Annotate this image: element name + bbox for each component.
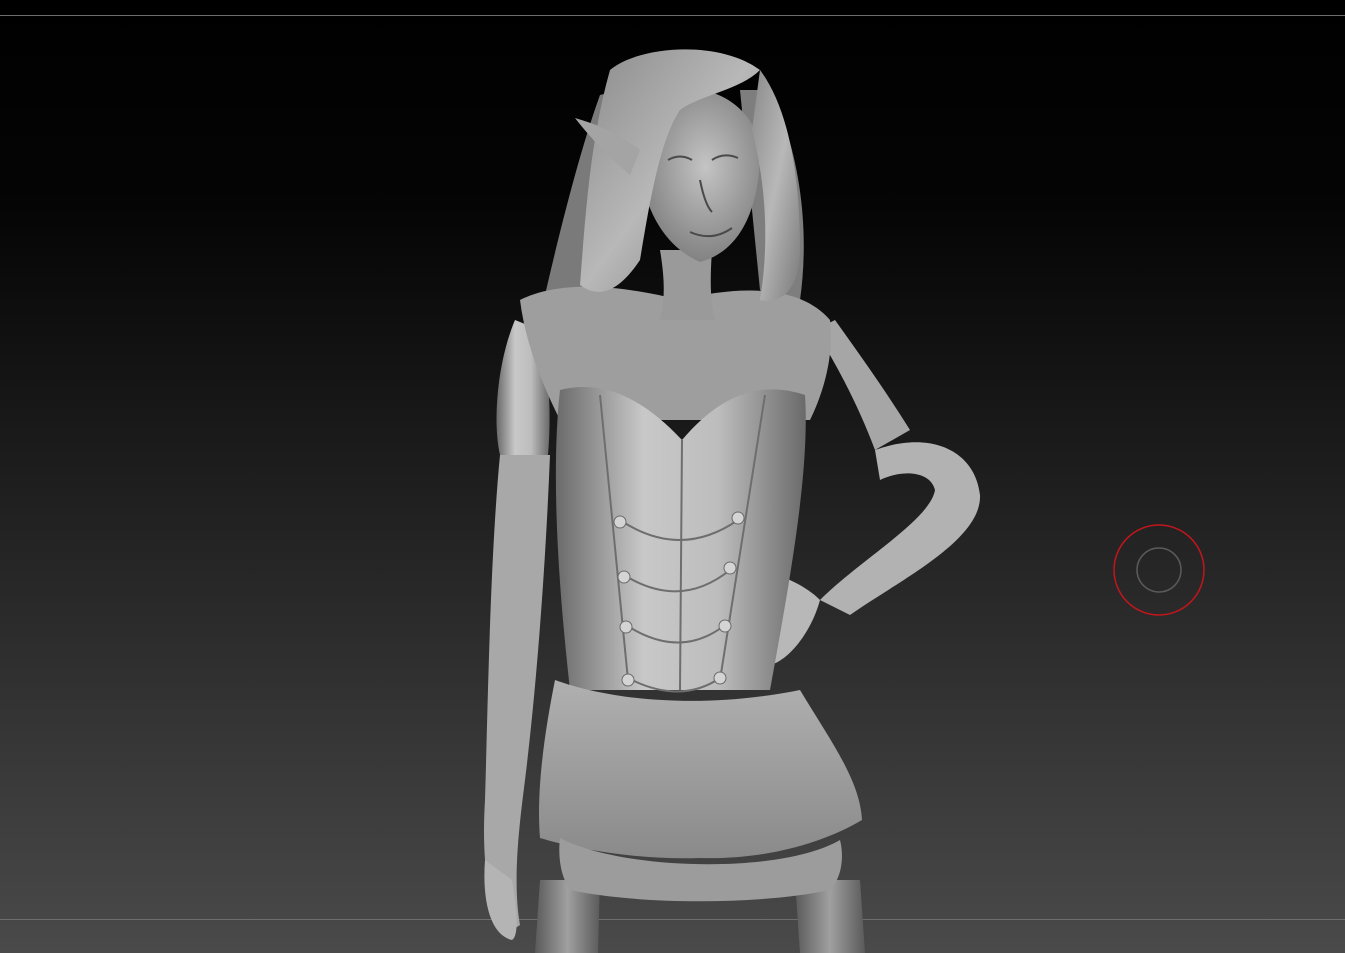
neck [660, 250, 715, 320]
arm-left-glove [484, 455, 550, 935]
skirt [539, 680, 862, 859]
sculpt-viewport[interactable] [0, 0, 1345, 953]
sculpted-figure-model[interactable] [0, 0, 1345, 953]
arm-right-glove [820, 442, 981, 615]
